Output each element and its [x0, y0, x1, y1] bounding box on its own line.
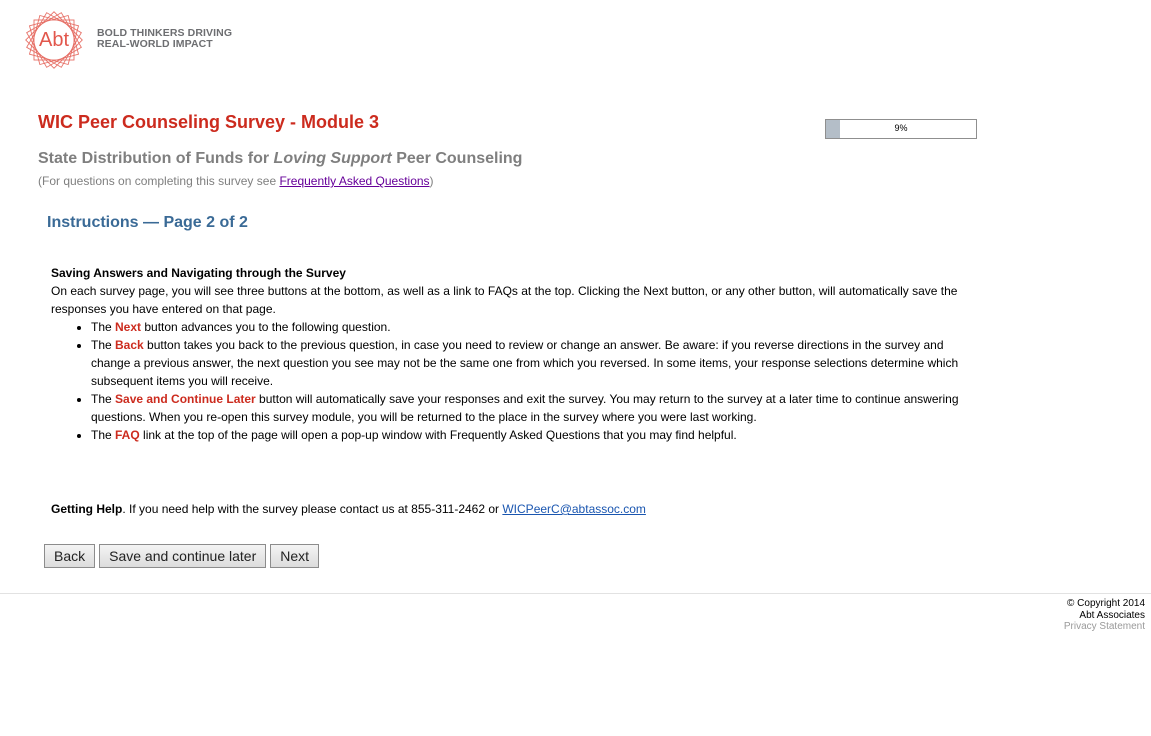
- faq-note-prefix: (For questions on completing this survey…: [38, 174, 280, 188]
- faq-note-suffix: ): [429, 174, 434, 188]
- footer-divider: [0, 593, 1151, 594]
- list-item-next: The Next button advances you to the foll…: [91, 318, 971, 336]
- section-heading: Saving Answers and Navigating through th…: [51, 266, 346, 280]
- logo-wordmark: Abt: [39, 29, 69, 51]
- subtitle-text-start: State Distribution of Funds for: [38, 150, 274, 167]
- instructions-intro: On each survey page, you will see three …: [51, 284, 958, 316]
- subtitle-text-end: Peer Counseling: [391, 150, 523, 167]
- company-name: Abt Associates: [1079, 609, 1145, 621]
- key-term: Next: [115, 320, 142, 334]
- key-term: Back: [115, 338, 144, 352]
- contact-email-link[interactable]: WICPeerC@abtassoc.com: [502, 502, 646, 516]
- navigation-buttons: Back Save and continue later Next: [44, 544, 320, 568]
- list-item-prefix: The: [91, 320, 116, 334]
- next-button[interactable]: Next: [270, 544, 320, 568]
- progress-bar: 9%: [825, 119, 977, 139]
- abt-logo-icon: Abt: [25, 11, 83, 69]
- list-item-text: button takes you back to the previous qu…: [91, 338, 959, 388]
- getting-help: Getting Help. If you need help with the …: [51, 500, 646, 518]
- abt-logo[interactable]: Abt BOLD THINKERS DRIVING REAL-WORLD IMP…: [18, 4, 240, 76]
- back-button[interactable]: Back: [44, 544, 96, 568]
- help-label: Getting Help: [51, 502, 123, 516]
- tagline-line-2: REAL-WORLD IMPACT: [97, 38, 213, 50]
- list-item-prefix: The: [91, 428, 116, 442]
- list-item-faq: The FAQ link at the top of the page will…: [91, 426, 971, 444]
- save-and-continue-later-button[interactable]: Save and continue later: [99, 544, 267, 568]
- key-term: FAQ: [115, 428, 140, 442]
- progress-label: 9%: [894, 123, 908, 133]
- list-item-prefix: The: [91, 392, 116, 406]
- key-term: Save and Continue Later: [115, 392, 256, 406]
- logo-tagline: BOLD THINKERS DRIVING REAL-WORLD IMPACT: [97, 28, 232, 50]
- help-text: . If you need help with the survey pleas…: [122, 502, 503, 516]
- instructions-title: Instructions — Page 2 of 2: [47, 214, 248, 231]
- subtitle-program-name: Loving Support: [273, 150, 392, 167]
- survey-title: WIC Peer Counseling Survey - Module 3: [38, 112, 380, 132]
- list-item-save: The Save and Continue Later button will …: [91, 390, 971, 426]
- instructions-list: The Next button advances you to the foll…: [51, 318, 971, 444]
- footer: © Copyright 2014 Abt Associates Privacy …: [1064, 598, 1145, 633]
- list-item-prefix: The: [91, 338, 116, 352]
- faq-link[interactable]: Frequently Asked Questions: [279, 174, 429, 188]
- list-item-text: link at the top of the page will open a …: [139, 428, 737, 442]
- survey-subtitle: State Distribution of Funds for Loving S…: [38, 150, 522, 168]
- list-item-text: button advances you to the following que…: [141, 320, 391, 334]
- copyright-text: © Copyright 2014: [1067, 598, 1145, 609]
- instructions-content: Saving Answers and Navigating through th…: [51, 264, 971, 444]
- faq-note: (For questions on completing this survey…: [38, 174, 434, 188]
- privacy-statement-link[interactable]: Privacy Statement: [1064, 621, 1145, 633]
- list-item-back: The Back button takes you back to the pr…: [91, 336, 971, 390]
